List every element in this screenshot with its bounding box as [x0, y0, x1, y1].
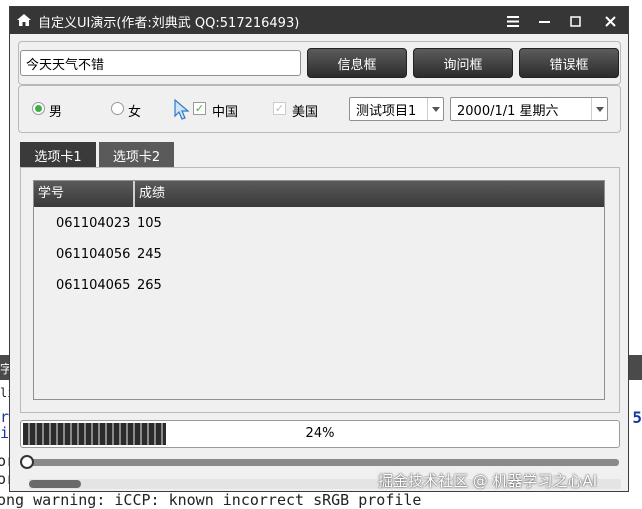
cell-score: 105 [137, 216, 162, 231]
table-header: 学号 成绩 [34, 181, 604, 207]
column-header-score[interactable]: 成绩 [133, 181, 605, 207]
menu-icon [507, 15, 519, 27]
slider-track[interactable] [27, 459, 619, 466]
window-title: 自定义UI演示(作者:刘典武 QQ:517216493) [38, 16, 300, 31]
cell-id: 061104023 [56, 216, 131, 231]
cell-id: 061104065 [56, 278, 131, 293]
progress-text: 24% [305, 426, 335, 441]
score-table: 学号 成绩 061104023 105 061104056 245 061104… [33, 180, 605, 400]
close-icon [604, 15, 616, 27]
checkbox-usa: ✓ [273, 102, 286, 115]
checkbox-china-label: 中国 [212, 105, 239, 120]
scrollbar-thumb[interactable] [29, 480, 81, 488]
chevron-down-icon [591, 98, 607, 120]
project-combo-value: 测试项目1 [356, 104, 417, 119]
title-bar[interactable]: 自定义UI演示(作者:刘典武 QQ:517216493) [10, 7, 628, 34]
error-box-button[interactable]: 错误框 [519, 48, 619, 78]
info-box-button[interactable]: 信息框 [307, 48, 407, 78]
home-icon [17, 14, 31, 26]
cell-score: 265 [137, 278, 162, 293]
close-button[interactable] [598, 10, 622, 32]
table-row[interactable]: 061104056 245 [34, 239, 604, 270]
tab-2[interactable]: 选项卡2 [99, 142, 174, 168]
cell-id: 061104056 [56, 247, 131, 262]
background-terminal-line: ong warning: iCCP: known incorrect sRGB … [0, 491, 422, 509]
radio-male-label: 男 [49, 105, 63, 120]
radio-female[interactable] [111, 102, 124, 115]
cell-score: 245 [137, 247, 162, 262]
checkbox-usa-label: 美国 [292, 105, 319, 120]
table-row[interactable]: 061104065 265 [34, 270, 604, 301]
maximize-icon [569, 15, 581, 27]
cursor-icon [174, 99, 190, 120]
background-number: 5 [632, 408, 642, 427]
project-combo[interactable]: 测试项目1 [349, 97, 444, 121]
date-edit-value: 2000/1/1 星期六 [457, 104, 559, 119]
slider-handle[interactable] [20, 455, 34, 469]
main-window: 自定义UI演示(作者:刘典武 QQ:517216493) 信息框 询问框 错误框… [9, 6, 629, 492]
minimize-button[interactable] [532, 10, 556, 32]
background-fragment: i [0, 424, 10, 442]
question-box-button[interactable]: 询问框 [413, 48, 513, 78]
minimize-icon [538, 20, 550, 23]
menu-button[interactable] [501, 10, 525, 32]
maximize-button[interactable] [563, 10, 587, 32]
tab-1[interactable]: 选项卡1 [20, 142, 96, 168]
table-row[interactable]: 061104023 105 [34, 208, 604, 239]
text-input[interactable] [20, 50, 301, 76]
radio-female-label: 女 [128, 105, 142, 120]
checkbox-china[interactable]: ✓ [193, 102, 206, 115]
tab-panel: 学号 成绩 061104023 105 061104056 245 061104… [20, 167, 620, 413]
watermark: 掘金技术社区 @ 机器学习之心AI [378, 472, 598, 490]
progress-bar: 24% [20, 420, 620, 448]
radio-male[interactable] [32, 102, 45, 115]
chevron-down-icon [427, 98, 443, 120]
date-edit[interactable]: 2000/1/1 星期六 [450, 97, 608, 121]
column-header-id[interactable]: 学号 [34, 181, 133, 207]
